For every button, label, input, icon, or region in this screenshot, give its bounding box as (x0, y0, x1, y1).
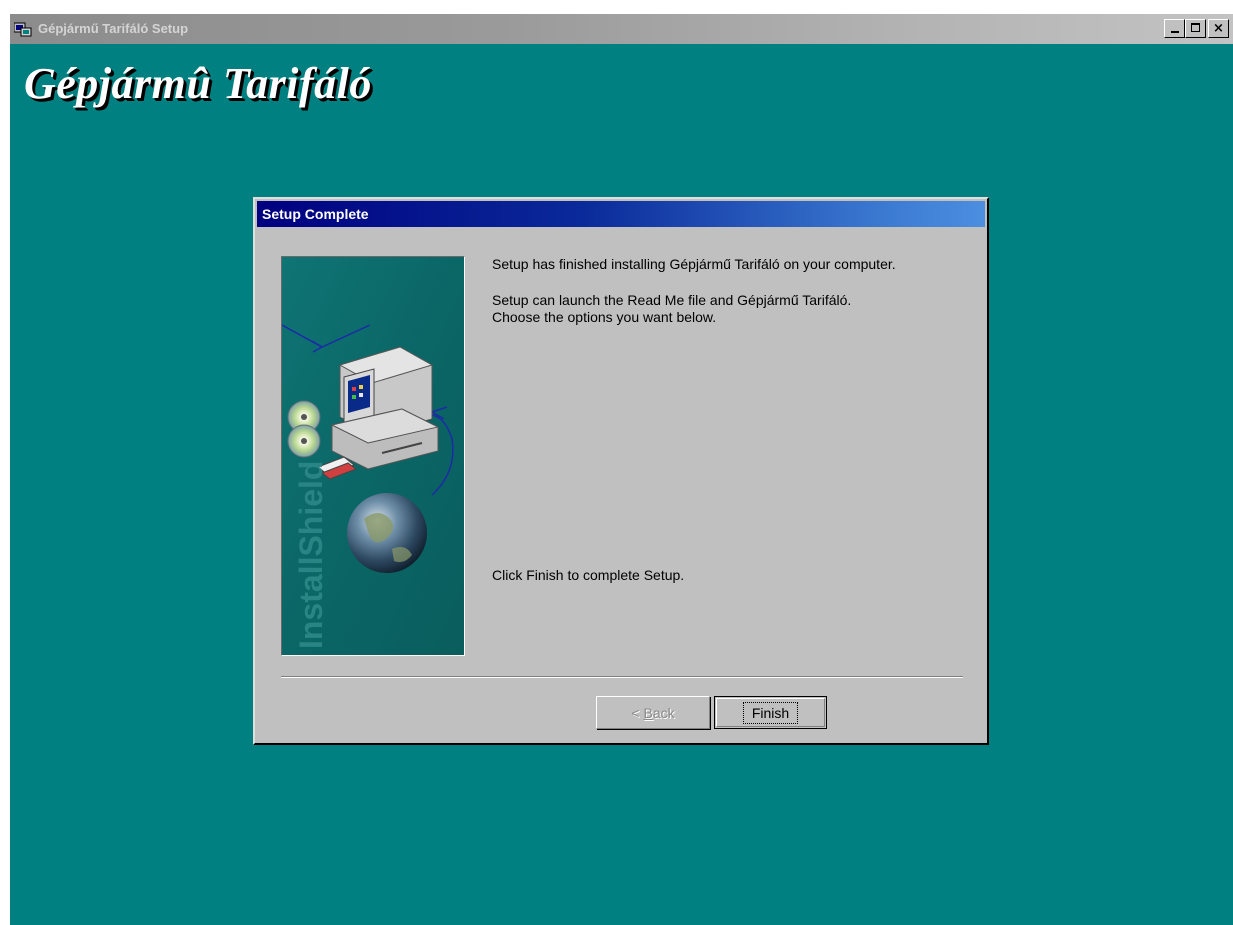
close-icon: × (1213, 21, 1224, 36)
installshield-watermark: InstallShield (293, 461, 329, 649)
maximize-button[interactable] (1185, 19, 1206, 38)
window-title: Gépjármű Tarifáló Setup (38, 21, 189, 36)
dialog-title-bar[interactable]: Setup Complete (257, 201, 985, 227)
installshield-side-image: InstallShield (281, 256, 465, 656)
options-message: Choose the options you want below. (492, 309, 717, 325)
maximize-icon (1191, 23, 1200, 32)
installshield-artwork: InstallShield (282, 257, 464, 655)
finish-button-label: Finish (742, 701, 799, 724)
finished-message: Setup has finished installing Gépjármű T… (492, 256, 896, 272)
back-button[interactable]: < Back (596, 696, 710, 729)
back-button-label: < Back (631, 704, 675, 721)
minimize-button[interactable] (1164, 19, 1185, 38)
button-separator (281, 676, 963, 678)
product-banner-title: Gépjármû Tarifáló (24, 59, 372, 108)
finish-button-face: Finish (716, 698, 825, 727)
minimize-icon (1171, 31, 1179, 33)
setup-complete-dialog: Setup Complete InstallShield Setup has f… (253, 197, 989, 745)
dialog-title: Setup Complete (262, 206, 369, 222)
outer-title-bar[interactable]: Gépjármű Tarifáló Setup × (10, 14, 1233, 44)
close-button[interactable]: × (1208, 19, 1229, 38)
setup-window: Gépjármű Tarifáló Setup × Gépjármû Tarif… (10, 14, 1233, 925)
setup-app-icon (14, 22, 32, 37)
window-controls: × (1164, 19, 1229, 38)
finish-button[interactable]: Finish (714, 696, 827, 729)
launch-message: Setup can launch the Read Me file and Gé… (492, 292, 852, 308)
click-finish-message: Click Finish to complete Setup. (492, 567, 685, 583)
